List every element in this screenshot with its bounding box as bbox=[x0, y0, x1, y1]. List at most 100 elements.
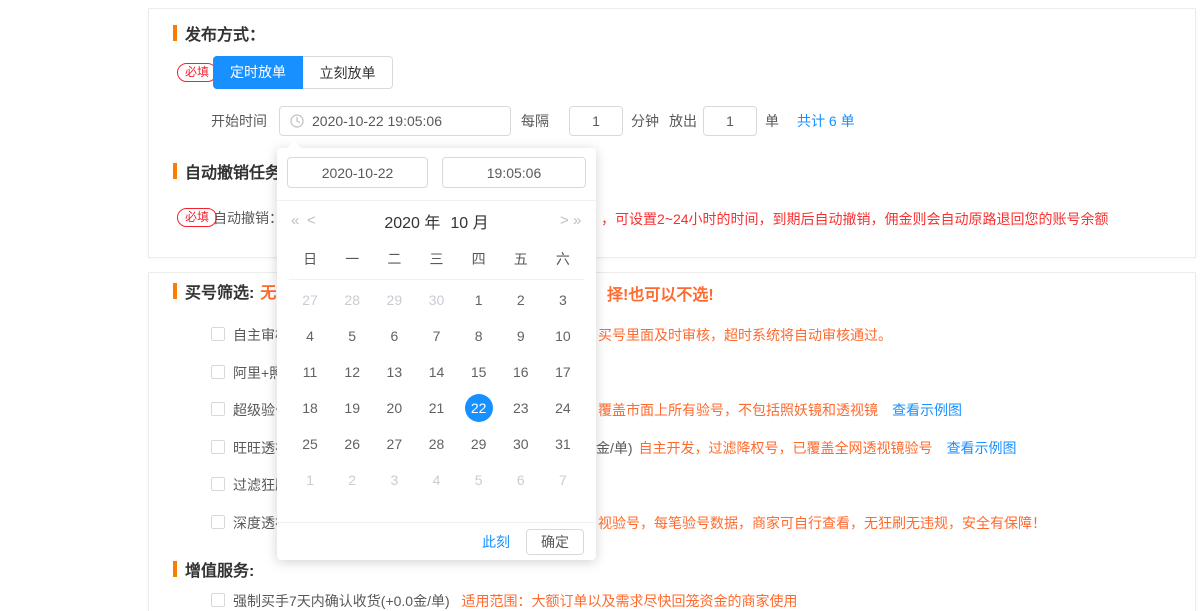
calendar-day[interactable]: 18 bbox=[289, 390, 331, 426]
calendar-day[interactable]: 5 bbox=[331, 318, 373, 354]
start-time-row: 开始时间 2020-10-22 19:05:06 每隔 分钟 放出 单 共计 6… bbox=[149, 106, 1195, 136]
checkbox[interactable] bbox=[211, 440, 225, 454]
prev-year-icon[interactable]: « bbox=[291, 201, 299, 241]
calendar-day[interactable]: 10 bbox=[542, 318, 584, 354]
total-orders-text: 共计 6 单 bbox=[797, 106, 855, 136]
time-input[interactable] bbox=[442, 157, 586, 188]
calendar-day[interactable]: 4 bbox=[415, 462, 457, 498]
calendar-day[interactable]: 7 bbox=[415, 318, 457, 354]
calendar-day[interactable]: 4 bbox=[289, 318, 331, 354]
checkbox[interactable] bbox=[211, 477, 225, 491]
auto-cancel-tip: ，可设置2~24小时的时间，到期后自动撤销，佣金则会自动原路退回您的账号余额 bbox=[601, 209, 1109, 229]
calendar-day[interactable]: 7 bbox=[542, 462, 584, 498]
calendar-day[interactable]: 28 bbox=[331, 282, 373, 318]
next-year-icon[interactable]: » bbox=[573, 201, 581, 241]
ok-button[interactable]: 确定 bbox=[526, 529, 584, 555]
calendar-day[interactable]: 8 bbox=[458, 318, 500, 354]
weekday-label: 日 bbox=[289, 249, 331, 269]
calendar-header: « < 2020 年 10 月 > » bbox=[277, 201, 596, 241]
section-bar bbox=[173, 283, 177, 299]
calendar-day[interactable]: 24 bbox=[542, 390, 584, 426]
start-time-input[interactable]: 2020-10-22 19:05:06 bbox=[279, 106, 511, 136]
weekday-label: 二 bbox=[373, 249, 415, 269]
filter-desc-prefix: 金/单) bbox=[596, 438, 633, 458]
calendar-day[interactable]: 21 bbox=[415, 390, 457, 426]
calendar-day[interactable]: 2 bbox=[500, 282, 542, 318]
example-link[interactable]: 查看示例图 bbox=[892, 400, 962, 420]
value-added-row: 强制买手7天内确认收货(+0.0金/单) 适用范围：大额订单以及需求尽快回笼资金… bbox=[149, 591, 1195, 611]
buyer-filter-subtitle-left: 无 bbox=[260, 279, 276, 303]
filter-desc: 视验号，每笔验号数据，商家可自行查看，无狂刷无违规，安全有保障！ bbox=[598, 513, 1046, 533]
value-added-section-title: 增值服务: bbox=[185, 557, 254, 581]
next-month-icon[interactable]: > bbox=[560, 201, 569, 241]
publish-section-header: 发布方式： bbox=[173, 23, 265, 43]
calendar-day[interactable]: 3 bbox=[542, 282, 584, 318]
calendar-day[interactable]: 19 bbox=[331, 390, 373, 426]
calendar-day[interactable]: 20 bbox=[373, 390, 415, 426]
calendar-day[interactable]: 13 bbox=[373, 354, 415, 390]
calendar-day[interactable]: 31 bbox=[542, 426, 584, 462]
filter-label: 阿里+照 bbox=[233, 363, 283, 383]
publish-section-title: 发布方式： bbox=[185, 21, 265, 45]
interval-input[interactable] bbox=[569, 106, 623, 136]
buyer-filter-section-title: 买号筛选: bbox=[185, 279, 254, 303]
checkbox[interactable] bbox=[211, 402, 225, 416]
calendar-day[interactable]: 6 bbox=[373, 318, 415, 354]
value-added-section-header: 增值服务: bbox=[173, 559, 254, 579]
release-unit-label: 单 bbox=[765, 106, 779, 136]
release-count-input[interactable] bbox=[703, 106, 757, 136]
calendar-day[interactable]: 15 bbox=[458, 354, 500, 390]
section-bar bbox=[173, 163, 177, 179]
required-badge: 必填 bbox=[177, 208, 217, 227]
section-bar bbox=[173, 561, 177, 577]
calendar-day[interactable]: 1 bbox=[458, 282, 500, 318]
interval-unit-label: 分钟 bbox=[631, 106, 659, 136]
now-link[interactable]: 此刻 bbox=[482, 532, 510, 552]
calendar-day[interactable]: 29 bbox=[373, 282, 415, 318]
calendar-day[interactable]: 9 bbox=[500, 318, 542, 354]
calendar-day[interactable]: 23 bbox=[500, 390, 542, 426]
checkbox[interactable] bbox=[211, 515, 225, 529]
calendar-day[interactable]: 6 bbox=[500, 462, 542, 498]
calendar-day[interactable]: 12 bbox=[331, 354, 373, 390]
weekday-label: 一 bbox=[331, 249, 373, 269]
filter-desc: 覆盖市面上所有验号，不包括照妖镜和透视镜 bbox=[598, 400, 878, 420]
calendar-day[interactable]: 29 bbox=[458, 426, 500, 462]
calendar-day[interactable]: 30 bbox=[415, 282, 457, 318]
tab-immediate-release[interactable]: 立刻放单 bbox=[303, 56, 393, 89]
calendar-day[interactable]: 30 bbox=[500, 426, 542, 462]
required-badge: 必填 bbox=[177, 63, 217, 82]
weekday-header: 日一二三四五六 bbox=[289, 249, 584, 280]
calendar-day[interactable]: 2 bbox=[331, 462, 373, 498]
calendar-day[interactable]: 1 bbox=[289, 462, 331, 498]
calendar-panel: « < 2020 年 10 月 > » 日一二三四五六 272829301234… bbox=[277, 200, 596, 498]
calendar-day[interactable]: 26 bbox=[331, 426, 373, 462]
interval-prefix-label: 每隔 bbox=[521, 106, 549, 136]
value-added-desc: 适用范围：大额订单以及需求尽快回笼资金的商家使用 bbox=[462, 593, 798, 609]
calendar-day[interactable]: 16 bbox=[500, 354, 542, 390]
calendar-day[interactable]: 5 bbox=[458, 462, 500, 498]
start-time-value: 2020-10-22 19:05:06 bbox=[312, 113, 442, 129]
calendar-day[interactable]: 28 bbox=[415, 426, 457, 462]
prev-month-icon[interactable]: < bbox=[307, 201, 316, 241]
calendar-day[interactable]: 27 bbox=[289, 282, 331, 318]
buyer-filter-section-header: 买号筛选: 无 bbox=[173, 281, 276, 301]
calendar-day[interactable]: 27 bbox=[373, 426, 415, 462]
datetime-picker-popup: « < 2020 年 10 月 > » 日一二三四五六 272829301234… bbox=[277, 148, 596, 560]
checkbox[interactable] bbox=[211, 327, 225, 341]
calendar-day[interactable]: 17 bbox=[542, 354, 584, 390]
calendar-day[interactable]: 22 bbox=[458, 390, 500, 426]
month-select[interactable]: 10 月 bbox=[450, 209, 488, 233]
publish-mode-tabs: 定时放单 立刻放单 bbox=[213, 56, 393, 89]
calendar-day[interactable]: 3 bbox=[373, 462, 415, 498]
date-input[interactable] bbox=[287, 157, 428, 188]
checkbox[interactable] bbox=[211, 365, 225, 379]
calendar-day[interactable]: 14 bbox=[415, 354, 457, 390]
year-select[interactable]: 2020 年 bbox=[384, 209, 440, 233]
example-link[interactable]: 查看示例图 bbox=[947, 438, 1017, 458]
start-time-label: 开始时间 bbox=[211, 106, 267, 136]
calendar-day[interactable]: 11 bbox=[289, 354, 331, 390]
calendar-day[interactable]: 25 bbox=[289, 426, 331, 462]
checkbox[interactable] bbox=[211, 593, 225, 607]
tab-scheduled-release[interactable]: 定时放单 bbox=[213, 56, 303, 89]
